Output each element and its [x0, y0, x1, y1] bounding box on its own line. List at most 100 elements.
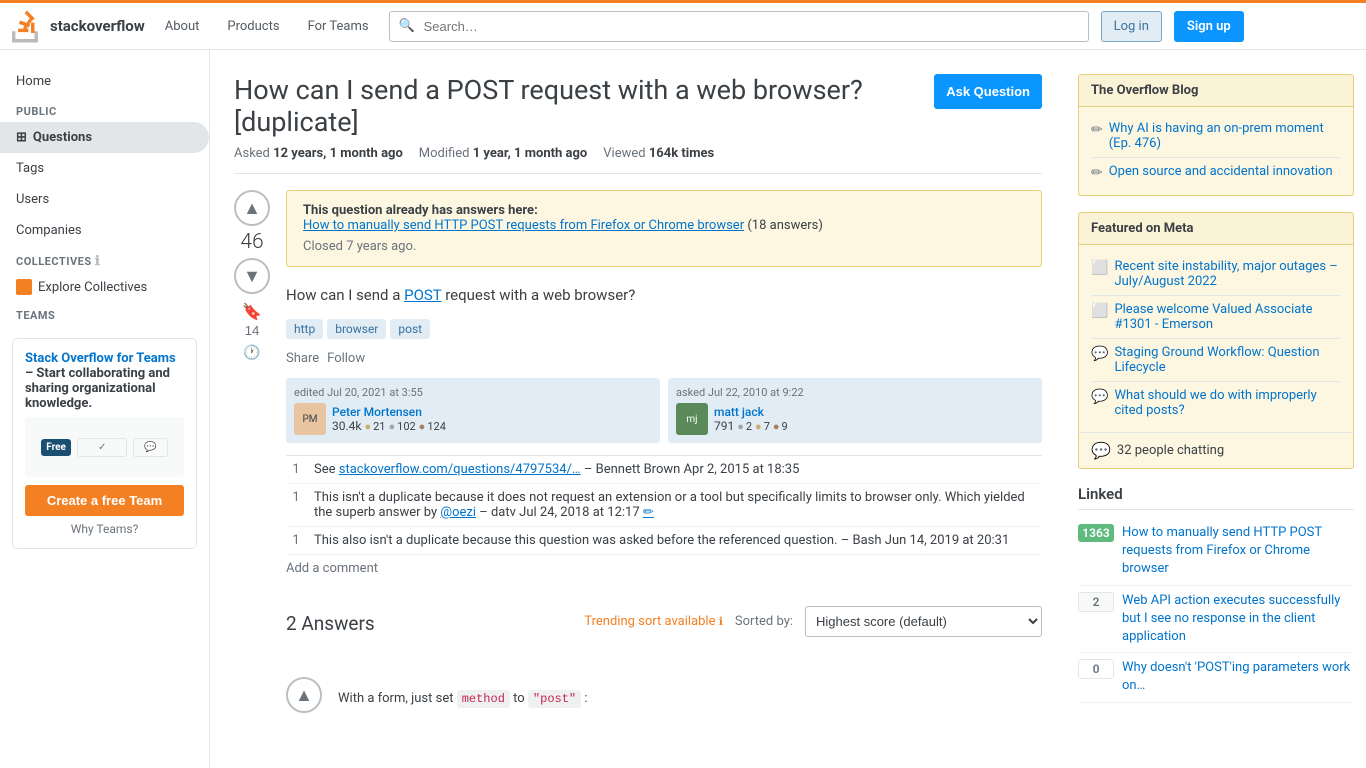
pencil-icon-1: ✏: [1091, 122, 1103, 138]
comment-1: 1 See stackoverflow.com/questions/479753…: [286, 456, 1042, 484]
asker-rep: 791: [714, 419, 734, 433]
comment-3: 1 This also isn't a duplicate because th…: [286, 527, 1042, 555]
comment-vote-1[interactable]: 1: [286, 462, 306, 477]
overflow-blog-header: The Overflow Blog: [1079, 75, 1353, 107]
viewed-meta: Viewed 164k times: [603, 146, 714, 161]
collectives-info-icon[interactable]: ℹ: [95, 254, 100, 269]
closed-notice: Closed 7 years ago.: [303, 239, 1025, 254]
linked-item-1: 1363 How to manually send HTTP POST requ…: [1078, 518, 1354, 586]
comment-text-2: This isn't a duplicate because it does n…: [314, 490, 1042, 520]
linked-score-2: 2: [1078, 592, 1114, 612]
meta-square-icon-2: ⬜: [1091, 303, 1108, 319]
meta-link-4[interactable]: What should we do with improperly cited …: [1114, 388, 1341, 418]
asker-avatar: mj: [676, 403, 708, 435]
linked-link-3[interactable]: Why doesn't 'POST'ing parameters work on…: [1122, 659, 1354, 695]
upvote-button[interactable]: ▲: [234, 190, 270, 226]
teams-promo-title-link[interactable]: Stack Overflow for Teams: [25, 351, 176, 366]
sort-select[interactable]: Highest score (default)Trending (recent …: [805, 606, 1042, 637]
post-link[interactable]: POST: [404, 286, 441, 304]
search-input[interactable]: [389, 11, 1089, 42]
sidebar-item-tags[interactable]: Tags: [0, 153, 209, 184]
signup-button[interactable]: Sign up: [1174, 11, 1244, 42]
share-link[interactable]: Share: [286, 351, 319, 366]
duplicate-link[interactable]: How to manually send HTTP POST requests …: [303, 218, 744, 233]
answers-section: 2 Answers Trending sort available ℹ Sort…: [286, 606, 1042, 718]
tag-post[interactable]: post: [390, 319, 430, 339]
question-tags: http browser post: [286, 319, 1042, 339]
editor-gold-badge: 21: [364, 420, 385, 433]
asker-name[interactable]: matt jack: [714, 405, 788, 419]
comment-vote-2[interactable]: 1: [286, 490, 306, 520]
blog-link-1[interactable]: Why AI is having an on-prem moment (Ep. …: [1109, 121, 1341, 151]
nav-for-teams[interactable]: For Teams: [300, 15, 377, 38]
meta-square-icon-1: ⬜: [1091, 260, 1108, 276]
comment-text-1: See stackoverflow.com/questions/4797534/…: [314, 462, 1042, 477]
history-button[interactable]: 🕐: [243, 344, 260, 361]
vote-column: ▲ 46 ▼ 🔖14 🕐: [234, 190, 270, 718]
add-comment-link[interactable]: Add a comment: [286, 555, 1042, 582]
downvote-button[interactable]: ▼: [234, 258, 270, 294]
question-text: How can I send a POST request with a web…: [286, 283, 1042, 307]
meta-link-3[interactable]: Staging Ground Workflow: Question Lifecy…: [1114, 345, 1341, 375]
blog-item-1: ✏ Why AI is having an on-prem moment (Ep…: [1091, 115, 1341, 158]
ask-question-button[interactable]: Ask Question: [934, 74, 1042, 109]
comment-link-1[interactable]: stackoverflow.com/questions/4797534/…: [339, 462, 581, 477]
bookmark-button[interactable]: 🔖14: [242, 302, 262, 340]
logo-link[interactable]: stackoverflow: [12, 8, 145, 45]
comments-section: 1 See stackoverflow.com/questions/479753…: [286, 455, 1042, 582]
meta-link-1[interactable]: Recent site instability, major outages –…: [1114, 259, 1341, 289]
modified-meta: Modified 1 year, 1 month ago: [419, 146, 587, 161]
blog-link-2[interactable]: Open source and accidental innovation: [1109, 164, 1333, 179]
linked-score-1: 1363: [1078, 524, 1114, 542]
asked-meta: Asked 12 years, 1 month ago: [234, 146, 403, 161]
sidebar-item-explore-collectives[interactable]: Explore Collectives: [0, 273, 209, 301]
left-sidebar: Home PUBLIC ⊞ Questions Tags Users Compa…: [0, 50, 210, 768]
follow-link[interactable]: Follow: [327, 351, 365, 366]
meta-item-2: ⬜ Please welcome Valued Associate #1301 …: [1091, 296, 1341, 339]
chat-count: 💬 32 people chatting: [1079, 432, 1353, 468]
editor-name[interactable]: Peter Mortensen: [332, 405, 446, 419]
discuss-icon-2: 💬: [1091, 389, 1108, 405]
sidebar-item-users[interactable]: Users: [0, 184, 209, 215]
comment-text-3: This also isn't a duplicate because this…: [314, 533, 1042, 548]
sidebar-item-home[interactable]: Home: [0, 66, 209, 97]
sidebar-item-questions[interactable]: ⊞ Questions: [0, 122, 209, 153]
sort-label: Sorted by:: [735, 614, 793, 629]
topbar: stackoverflow About Products For Teams 🔍…: [0, 0, 1366, 50]
editor-avatar: PM: [294, 403, 326, 435]
comment-vote-3[interactable]: 1: [286, 533, 306, 548]
answer-upvote-button[interactable]: ▲: [286, 677, 322, 713]
answer-vote-column: ▲: [286, 677, 322, 718]
linked-section: Linked 1363 How to manually send HTTP PO…: [1078, 485, 1354, 703]
linked-item-2: 2 Web API action executes successfully b…: [1078, 586, 1354, 654]
question-body: This question already has answers here: …: [286, 190, 1042, 718]
asker-card: asked Jul 22, 2010 at 9:22 mj matt jack …: [668, 378, 1042, 443]
login-button[interactable]: Log in: [1101, 11, 1162, 42]
question-meta: Asked 12 years, 1 month ago Modified 1 y…: [234, 146, 1042, 161]
linked-link-1[interactable]: How to manually send HTTP POST requests …: [1122, 524, 1354, 579]
tag-http[interactable]: http: [286, 319, 323, 339]
linked-link-2[interactable]: Web API action executes successfully but…: [1122, 592, 1354, 647]
pencil-icon-2: ✏: [1091, 165, 1103, 181]
question-title: How can I send a POST request with a web…: [234, 74, 922, 138]
featured-meta-body: ⬜ Recent site instability, major outages…: [1079, 245, 1353, 432]
nav-products[interactable]: Products: [219, 15, 287, 38]
why-teams-link[interactable]: Why Teams?: [25, 522, 184, 536]
meta-item-1: ⬜ Recent site instability, major outages…: [1091, 253, 1341, 296]
comment-edit-icon[interactable]: ✏: [643, 505, 654, 520]
nav-about[interactable]: About: [157, 15, 208, 38]
trending-sort-label[interactable]: Trending sort available ℹ: [584, 614, 723, 629]
blog-item-2: ✏ Open source and accidental innovation: [1091, 158, 1341, 187]
free-badge: Free: [41, 439, 71, 456]
sidebar-item-companies[interactable]: Companies: [0, 215, 209, 246]
create-team-button[interactable]: Create a free Team: [25, 485, 184, 516]
meta-link-2[interactable]: Please welcome Valued Associate #1301 - …: [1114, 302, 1341, 332]
sidebar-section-public: PUBLIC: [0, 97, 209, 122]
comment-user-link[interactable]: @oezi: [440, 505, 476, 520]
teams-promo-image: Free ✓ 💬: [25, 417, 184, 477]
editor-card: edited Jul 20, 2021 at 3:55 PM Peter Mor…: [286, 378, 660, 443]
meta-item-4: 💬 What should we do with improperly cite…: [1091, 382, 1341, 424]
answer-code-method: method: [457, 690, 510, 708]
trending-info-icon[interactable]: ℹ: [719, 615, 723, 628]
tag-browser[interactable]: browser: [327, 319, 386, 339]
